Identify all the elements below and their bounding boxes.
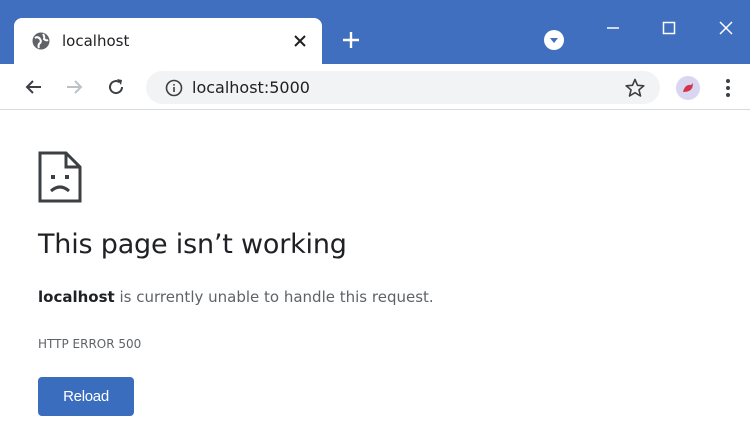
- close-icon[interactable]: [712, 14, 740, 42]
- chevron-down-icon[interactable]: [544, 30, 564, 50]
- close-icon[interactable]: [290, 31, 310, 51]
- address-bar[interactable]: localhost:5000: [146, 71, 660, 104]
- browser-toolbar: localhost:5000: [0, 64, 750, 110]
- url-text[interactable]: localhost:5000: [192, 78, 310, 97]
- tab-title: localhost: [62, 32, 130, 50]
- globe-icon: [31, 31, 51, 51]
- title-bar: localhost: [0, 0, 750, 64]
- reload-button[interactable]: Reload: [38, 377, 134, 416]
- reload-icon[interactable]: [104, 75, 128, 99]
- star-icon[interactable]: [624, 77, 646, 99]
- page-title: This page isn’t working: [38, 229, 347, 260]
- browser-tab[interactable]: localhost: [14, 18, 322, 64]
- minimize-icon[interactable]: [599, 14, 627, 42]
- error-message-text: is currently unable to handle this reque…: [114, 288, 434, 306]
- info-icon[interactable]: [165, 79, 183, 97]
- error-code: HTTP ERROR 500: [38, 337, 142, 351]
- maximize-icon[interactable]: [655, 14, 683, 42]
- plus-icon[interactable]: [340, 29, 362, 51]
- more-vert-icon[interactable]: [722, 76, 734, 100]
- error-host: localhost: [38, 288, 115, 306]
- sad-page-icon: [38, 151, 82, 203]
- arrow-left-icon[interactable]: [22, 75, 46, 99]
- page-content: This page isn’t working localhost is cur…: [0, 111, 750, 443]
- arrow-right-icon[interactable]: [62, 75, 86, 99]
- avatar[interactable]: [676, 76, 700, 100]
- error-message: localhost is currently unable to handle …: [38, 288, 434, 306]
